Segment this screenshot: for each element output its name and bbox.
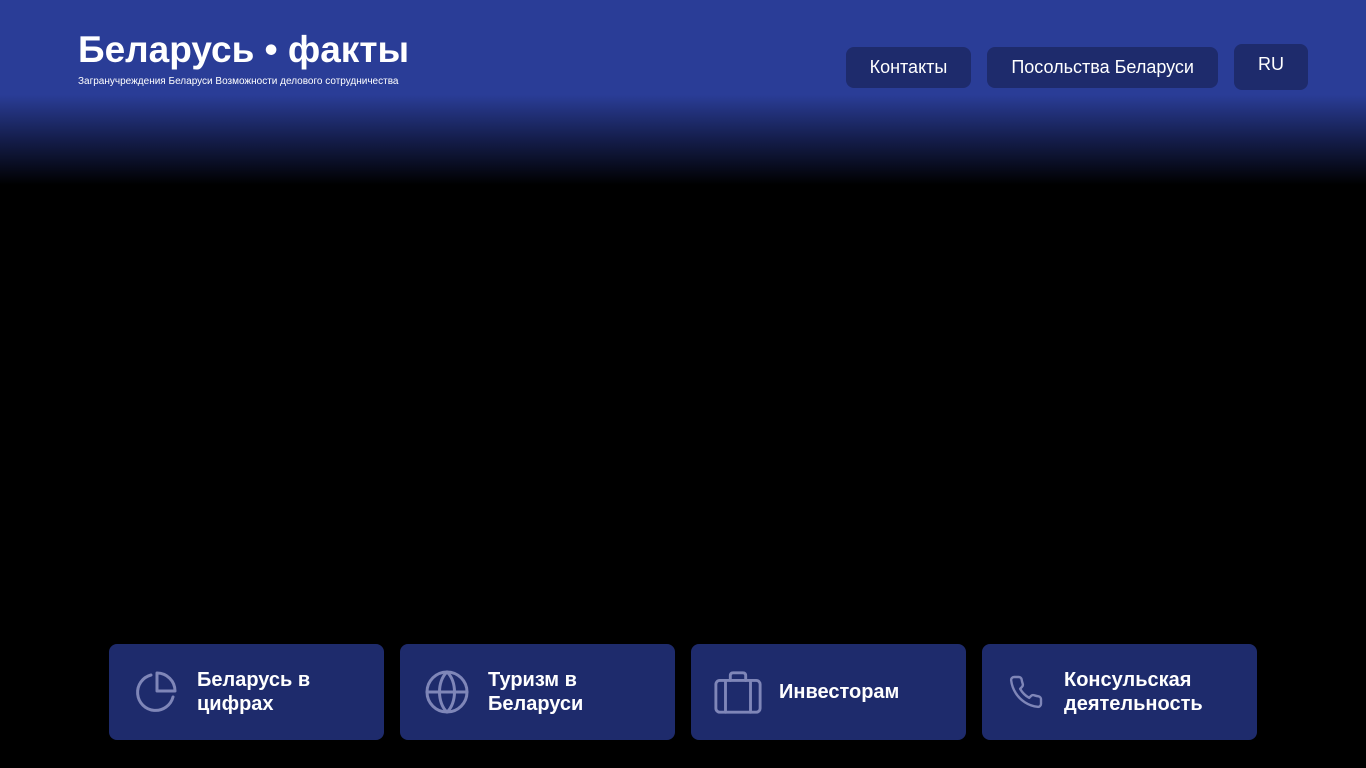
card-investors[interactable]: Инвесторам	[691, 644, 966, 740]
card-label: Туризм в Беларуси	[488, 669, 584, 715]
embassies-button[interactable]: Посольства Беларуси	[987, 47, 1218, 88]
card-label: Инвесторам	[779, 681, 900, 703]
header: Беларусь • факты Загранучреждения Белару…	[0, 0, 1366, 190]
brand[interactable]: Беларусь • факты Загранучреждения Белару…	[78, 28, 409, 87]
card-tourism[interactable]: Туризм в Беларуси	[400, 644, 675, 740]
contacts-button[interactable]: Контакты	[845, 47, 972, 88]
globe-icon	[422, 667, 472, 717]
language-selector[interactable]: RU	[1234, 44, 1308, 90]
card-label: Консульская деятельность	[1064, 669, 1203, 715]
phone-icon	[1004, 667, 1048, 717]
site-title[interactable]: Беларусь • факты	[78, 28, 409, 72]
card-label: Беларусь в цифрах	[197, 669, 311, 715]
page: Беларусь • факты Загранучреждения Белару…	[0, 0, 1366, 768]
card-consular[interactable]: Консульская деятельность	[982, 644, 1257, 740]
briefcase-icon	[713, 667, 763, 717]
card-statistics[interactable]: Беларусь в цифрах	[109, 644, 384, 740]
feature-cards: Беларусь в цифрах Туризм в Беларуси Инве…	[109, 644, 1257, 740]
pie-chart-icon	[131, 667, 181, 717]
top-nav: Контакты Посольства Беларуси RU	[845, 44, 1308, 90]
site-subtitle: Загранучреждения Беларуси Возможности де…	[78, 76, 399, 87]
